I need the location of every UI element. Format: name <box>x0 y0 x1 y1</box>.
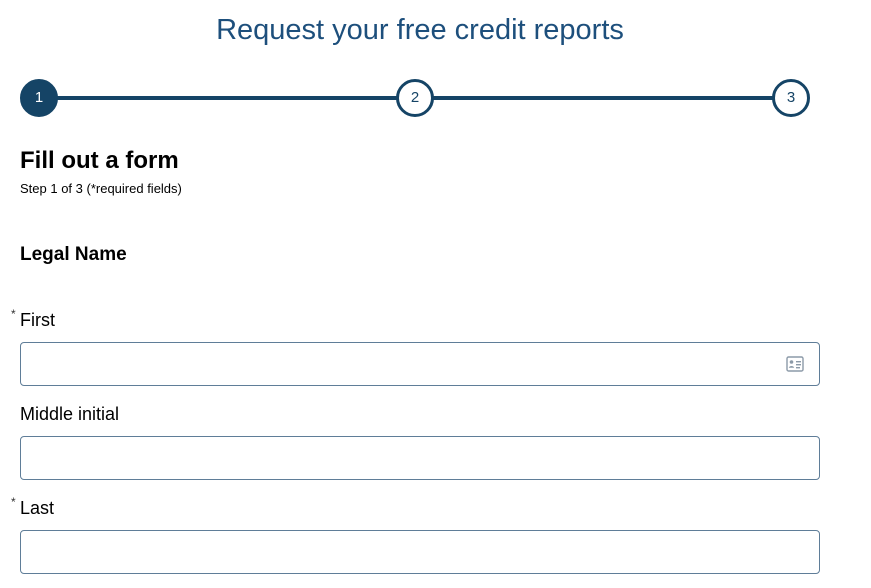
middle-initial-label: Middle initial <box>20 404 120 424</box>
first-required-marker: * <box>11 307 16 321</box>
last-name-input[interactable] <box>20 530 820 574</box>
last-required-marker: * <box>11 495 16 509</box>
step-3-indicator: 3 <box>772 79 810 117</box>
page-title: Request your free credit reports <box>216 14 624 46</box>
legal-name-heading: Legal Name <box>20 244 127 265</box>
middle-initial-input[interactable] <box>20 436 820 480</box>
step-2-indicator: 2 <box>396 79 434 117</box>
first-name-input[interactable] <box>20 342 820 386</box>
last-name-label: Last <box>20 498 55 518</box>
form-heading: Fill out a form <box>20 147 179 174</box>
contact-card-icon[interactable] <box>786 356 804 372</box>
step-1-indicator: 1 <box>20 79 58 117</box>
first-name-label: First <box>20 310 55 330</box>
progress-stepper: 1 2 3 <box>20 78 810 118</box>
form-step-caption: Step 1 of 3 (*required fields) <box>20 181 182 196</box>
